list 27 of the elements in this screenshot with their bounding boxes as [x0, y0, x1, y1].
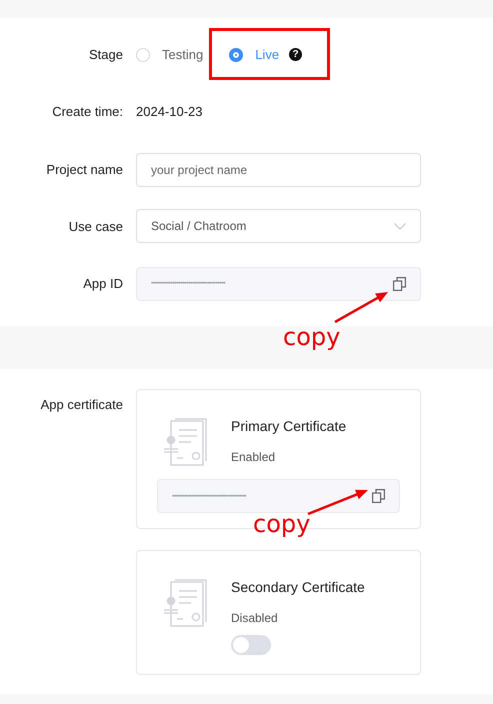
copy-annotation: copy — [283, 323, 340, 351]
stage-label: Stage — [88, 47, 123, 62]
radio-button[interactable] — [229, 48, 244, 62]
help-icon[interactable]: ? — [289, 48, 302, 61]
app-certificate-label: App certificate — [40, 397, 123, 412]
chevron-down-icon — [394, 222, 406, 230]
use-case-select[interactable]: Social / Chatroom — [136, 209, 421, 243]
copy-icon[interactable] — [372, 489, 385, 503]
copy-icon[interactable] — [393, 276, 406, 290]
certificate-icon — [163, 577, 209, 627]
use-case-label: Use case — [68, 218, 123, 234]
toggle-switch[interactable] — [231, 635, 271, 655]
certificate-icon — [163, 416, 209, 466]
stage-radio-option[interactable]: Live ? — [229, 47, 302, 62]
project-name-label: Project name — [45, 162, 123, 177]
option-label: Testing — [162, 47, 204, 62]
certificate-title: Secondary Certificate — [231, 579, 365, 595]
certificate-title: Primary Certificate — [231, 418, 346, 434]
option-label: Live — [255, 47, 280, 62]
stage-radio-option[interactable]: Testing — [136, 47, 204, 62]
project-name-field[interactable]: your project name — [136, 152, 421, 186]
certificate-status: Disabled — [231, 611, 279, 625]
create-time-label: Create time: — [51, 104, 123, 119]
create-time-value: 2024-10-23 — [136, 104, 202, 119]
app-id-label: App ID — [82, 276, 123, 291]
copy-annotation: copy — [253, 510, 310, 538]
certificate-status: Enabled — [231, 450, 276, 464]
